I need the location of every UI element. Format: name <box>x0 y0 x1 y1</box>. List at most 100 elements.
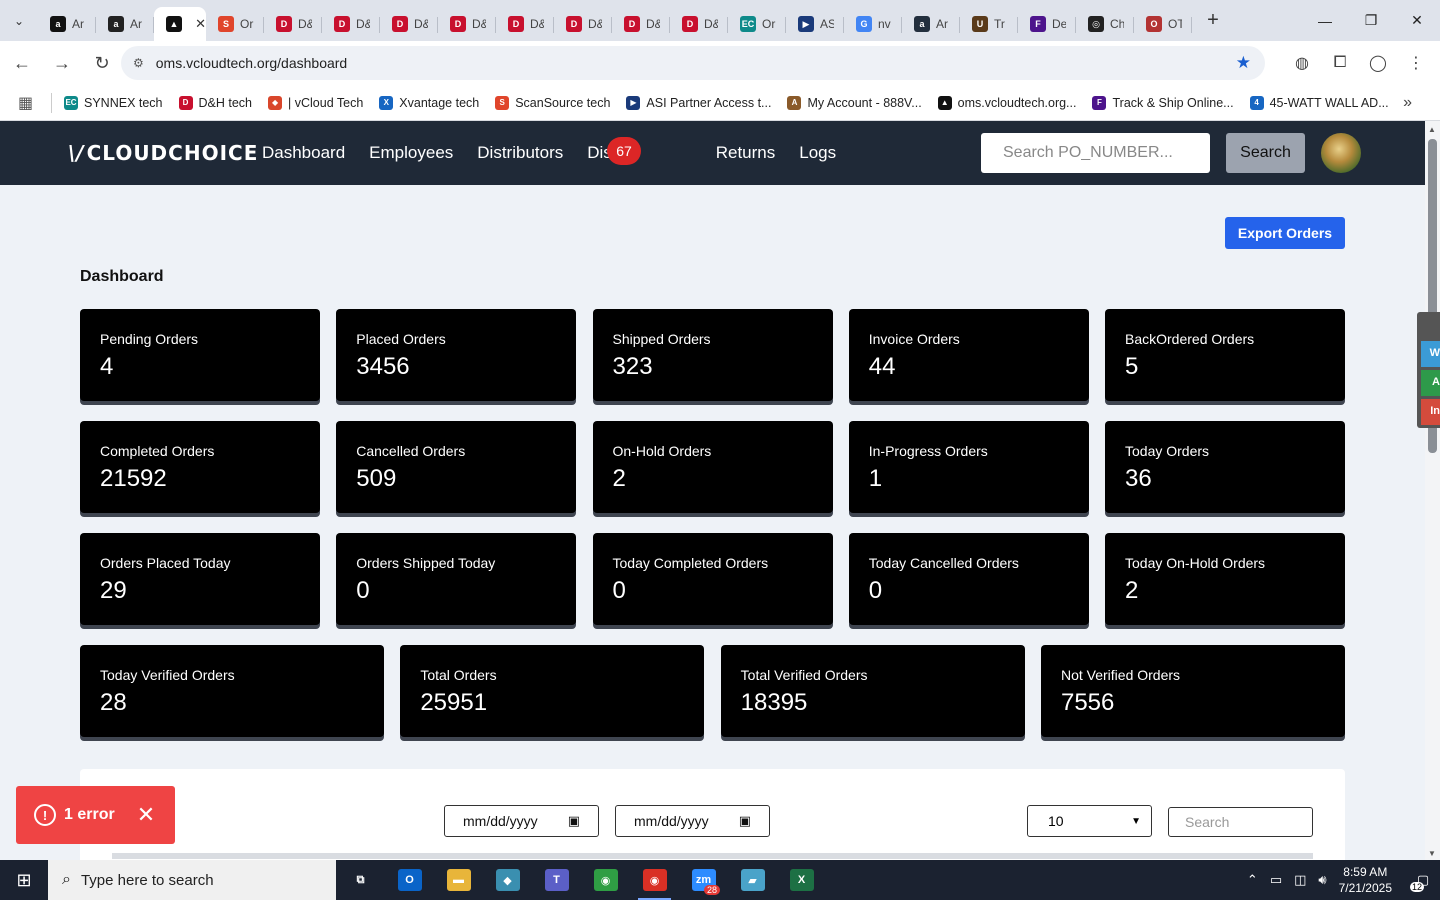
calendar-icon[interactable]: ▣ <box>739 813 751 829</box>
new-tab-button[interactable]: + <box>1196 4 1230 38</box>
stat-label: Invoice Orders <box>868 331 960 347</box>
error-toast[interactable]: ! 1 error ✕ <box>16 786 175 844</box>
nav-logs[interactable]: Logs <box>799 143 836 163</box>
back-icon[interactable]: ← <box>4 45 40 81</box>
close-window-icon[interactable]: ✕ <box>1394 0 1440 41</box>
close-icon[interactable]: ✕ <box>137 802 155 828</box>
tab-title: D& <box>298 17 312 31</box>
avatar[interactable] <box>1321 133 1361 173</box>
side-widget-item[interactable]: A <box>1421 370 1440 396</box>
browser-tab[interactable]: Gnv <box>844 7 902 41</box>
close-tab-icon[interactable]: ✕ <box>195 16 206 32</box>
calendar-icon[interactable]: ▣ <box>568 813 580 829</box>
ec-icon: EC <box>740 16 756 32</box>
network-icon[interactable]: ◫ <box>1294 872 1306 888</box>
bookmark-item[interactable]: A My Account - 888V... <box>787 95 922 110</box>
nav-distributors[interactable]: Distributors <box>477 143 563 163</box>
taskbar-search[interactable]: ⌕ Type here to search <box>48 860 336 900</box>
taskbar-app[interactable]: ⧉ <box>336 860 385 900</box>
bookmark-item[interactable]: ▲ oms.vcloudtech.org... <box>937 95 1076 110</box>
reload-icon[interactable]: ↻ <box>84 45 120 81</box>
browser-tab[interactable]: D D& <box>264 7 322 41</box>
forward-icon[interactable]: → <box>44 45 80 81</box>
dh-icon: D <box>624 16 640 32</box>
browser-tab[interactable]: D D& <box>554 7 612 41</box>
chevron-up-icon[interactable]: ⌃ <box>1247 872 1258 888</box>
browser-tab[interactable]: D D& <box>670 7 728 41</box>
site-settings-icon[interactable]: ⚙ <box>133 56 144 70</box>
taskbar-app[interactable]: ◉ <box>630 860 679 900</box>
taskbar-app[interactable]: ▰ <box>728 860 777 900</box>
chatgpt-icon: ◎ <box>1088 16 1104 32</box>
url-bar[interactable]: ⚙ oms.vcloudtech.org/dashboard ★ <box>121 46 1265 80</box>
tab-search-chevron-icon[interactable]: ⌄ <box>0 0 38 41</box>
scroll-down-icon[interactable]: ▼ <box>1428 849 1436 858</box>
taskbar-app[interactable]: T <box>532 860 581 900</box>
taskbar-app[interactable]: ◆ <box>483 860 532 900</box>
more-bookmarks-icon[interactable]: » <box>1403 94 1412 112</box>
browser-tab[interactable]: a Ar <box>38 7 96 41</box>
taskbar-app[interactable]: X <box>777 860 826 900</box>
bookmark-star-icon[interactable]: ★ <box>1236 53 1251 73</box>
date-to-input[interactable]: mm/dd/yyyy ▣ <box>615 805 770 837</box>
bookmark-item[interactable]: X Xvantage tech <box>379 95 479 110</box>
bookmark-item[interactable]: D D&H tech <box>178 95 252 110</box>
date-from-input[interactable]: mm/dd/yyyy ▣ <box>444 805 599 837</box>
table-search-input[interactable] <box>1168 807 1313 837</box>
browser-tab[interactable]: S Or <box>206 7 264 41</box>
bookmark-item[interactable]: S ScanSource tech <box>495 95 610 110</box>
taskbar-app[interactable]: zm 28 <box>679 860 728 900</box>
bookmark-item[interactable]: ◆ | vCloud Tech <box>268 95 363 110</box>
page-size-select[interactable]: 10 ▼ <box>1027 805 1152 837</box>
browser-tab[interactable]: a Ar <box>902 7 960 41</box>
browser-tab[interactable]: D D& <box>496 7 554 41</box>
scroll-up-icon[interactable]: ▲ <box>1428 125 1436 134</box>
browser-tab[interactable]: D D& <box>380 7 438 41</box>
nav-returns[interactable]: Returns <box>716 143 776 163</box>
side-widget-item[interactable]: W <box>1421 341 1440 367</box>
bookmark-item[interactable]: F Track & Ship Online... <box>1092 95 1234 110</box>
browser-tab[interactable]: EC Or <box>728 7 786 41</box>
translate-icon[interactable]: ◍ <box>1284 47 1320 79</box>
minimize-icon[interactable]: — <box>1302 0 1348 41</box>
logo-v-icon: \/ <box>68 141 85 165</box>
network-alert-icon[interactable]: ▭ <box>1270 872 1282 888</box>
taskbar-app[interactable]: ◉ <box>581 860 630 900</box>
taskbar-app[interactable]: O <box>385 860 434 900</box>
nav-dashboard[interactable]: Dashboard <box>262 143 345 163</box>
bookmark-item[interactable]: ▶ ASI Partner Access t... <box>626 95 771 110</box>
bookmark-item[interactable]: 4 45-WATT WALL AD... <box>1249 95 1389 110</box>
tab-title: Ar <box>72 17 84 31</box>
extensions-icon[interactable]: ⧠ <box>1322 47 1358 79</box>
browser-tab[interactable]: O OT <box>1134 7 1192 41</box>
nav-employees[interactable]: Employees <box>369 143 453 163</box>
browser-tab[interactable]: ▲ ✕ <box>154 7 206 41</box>
profile-icon[interactable]: ◯ <box>1360 47 1396 79</box>
browser-tab[interactable]: U Tr <box>960 7 1018 41</box>
export-orders-button[interactable]: Export Orders <box>1225 217 1345 249</box>
amazon-icon: a <box>108 16 124 32</box>
volume-icon[interactable]: 🔊︎ <box>1318 872 1326 888</box>
browser-tab[interactable]: D D& <box>322 7 380 41</box>
browser-tab[interactable]: D D& <box>438 7 496 41</box>
browser-tab[interactable]: ◎ Ch <box>1076 7 1134 41</box>
browser-tab[interactable]: F De <box>1018 7 1076 41</box>
notification-icon[interactable]: ▢ 12 <box>1406 860 1440 900</box>
page-scrollbar[interactable]: ▲ ▼ <box>1425 121 1440 860</box>
apps-grid-icon[interactable]: ▦ <box>0 92 52 113</box>
browser-tab[interactable]: a Ar <box>96 7 154 41</box>
taskbar-app[interactable]: ▬ <box>434 860 483 900</box>
side-widget[interactable]: W A In <box>1417 312 1440 428</box>
bookmark-item[interactable]: EC SYNNEX tech <box>64 95 163 110</box>
browser-menu-icon[interactable]: ⋮ <box>1398 47 1434 79</box>
restore-icon[interactable]: ❐ <box>1348 0 1394 41</box>
browser-tab[interactable]: ▶ AS <box>786 7 844 41</box>
browser-tab[interactable]: D D& <box>612 7 670 41</box>
search-button[interactable]: Search <box>1226 133 1305 173</box>
logo[interactable]: \/CLOUDCHOICE <box>68 141 258 165</box>
side-widget-item[interactable]: In <box>1421 399 1440 425</box>
clock[interactable]: 8:59 AM 7/21/2025 <box>1339 864 1392 896</box>
po-number-search-input[interactable] <box>981 133 1210 173</box>
task-view-icon: ⧉ <box>356 873 365 886</box>
windows-start-icon[interactable]: ⊞ <box>0 860 48 900</box>
